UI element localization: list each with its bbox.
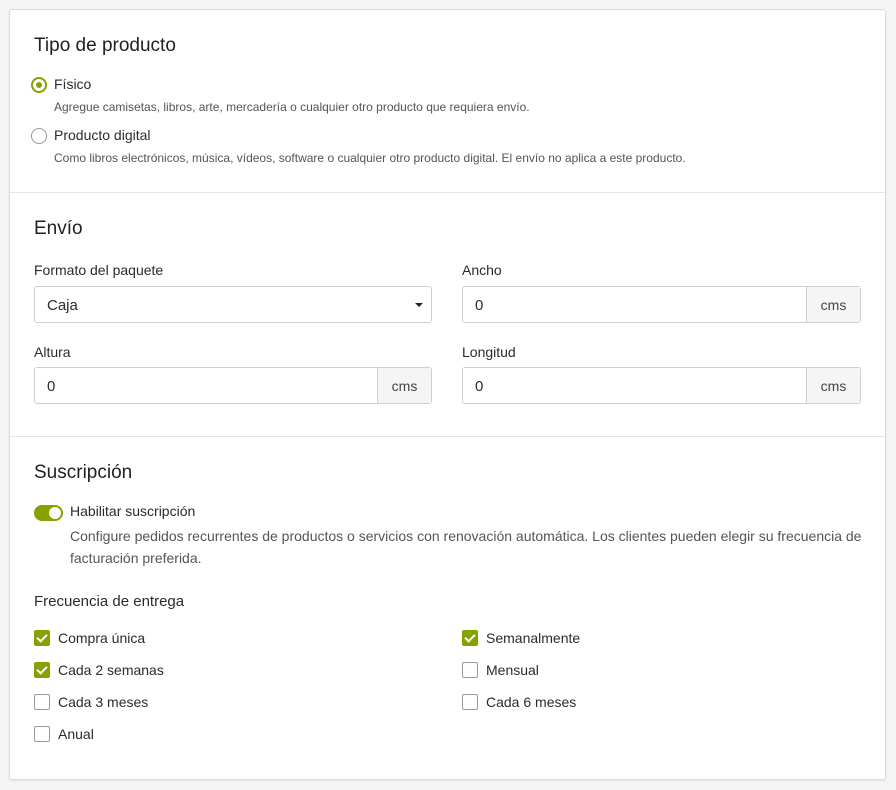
- product-settings-card: Tipo de producto Físico Agregue camiseta…: [9, 9, 886, 780]
- checkbox-every-2-weeks[interactable]: [34, 662, 50, 678]
- subscription-toggle-label[interactable]: Habilitar suscripción: [70, 503, 195, 519]
- physical-description: Agregue camisetas, libros, arte, mercade…: [54, 100, 530, 114]
- width-input[interactable]: 0: [463, 287, 806, 322]
- divider: [10, 436, 885, 437]
- weekly-label[interactable]: Semanalmente: [486, 630, 580, 646]
- one-time-label[interactable]: Compra única: [58, 630, 145, 646]
- shipping-title: Envío: [34, 218, 83, 239]
- every-6-months-label[interactable]: Cada 6 meses: [486, 694, 576, 710]
- package-format-label: Formato del paquete: [34, 262, 164, 278]
- height-input[interactable]: 0: [35, 368, 377, 403]
- checkbox-yearly[interactable]: [34, 726, 50, 742]
- subscription-description: Configure pedidos recurrentes de product…: [70, 528, 862, 566]
- checkbox-every-3-months[interactable]: [34, 694, 50, 710]
- width-field[interactable]: 0 cms: [462, 286, 861, 323]
- width-label: Ancho: [462, 262, 502, 278]
- subscription-title: Suscripción: [34, 462, 133, 483]
- digital-description: Como libros electrónicos, música, vídeos…: [54, 151, 686, 165]
- width-unit: cms: [806, 287, 860, 322]
- checkbox-weekly[interactable]: [462, 630, 478, 646]
- height-label: Altura: [34, 344, 71, 360]
- checkbox-one-time[interactable]: [34, 630, 50, 646]
- subscription-toggle[interactable]: [34, 505, 63, 521]
- package-format-select[interactable]: Caja: [34, 286, 432, 323]
- length-input[interactable]: 0: [463, 368, 806, 403]
- height-field[interactable]: 0 cms: [34, 367, 432, 404]
- every-2-weeks-label[interactable]: Cada 2 semanas: [58, 662, 164, 678]
- package-format-value: Caja: [47, 297, 78, 314]
- monthly-label[interactable]: Mensual: [486, 662, 539, 678]
- length-unit: cms: [806, 368, 860, 403]
- every-3-months-label[interactable]: Cada 3 meses: [58, 694, 148, 710]
- radio-physical[interactable]: [31, 77, 47, 93]
- digital-label[interactable]: Producto digital: [54, 127, 151, 143]
- checkbox-monthly[interactable]: [462, 662, 478, 678]
- caret-down-icon: [415, 303, 423, 307]
- height-unit: cms: [377, 368, 431, 403]
- yearly-label[interactable]: Anual: [58, 726, 94, 742]
- length-field[interactable]: 0 cms: [462, 367, 861, 404]
- divider: [10, 192, 885, 193]
- frequency-title: Frecuencia de entrega: [34, 593, 185, 610]
- length-label: Longitud: [462, 344, 516, 360]
- product-type-title: Tipo de producto: [34, 35, 176, 56]
- physical-label[interactable]: Físico: [54, 76, 91, 92]
- radio-digital[interactable]: [31, 128, 47, 144]
- checkbox-every-6-months[interactable]: [462, 694, 478, 710]
